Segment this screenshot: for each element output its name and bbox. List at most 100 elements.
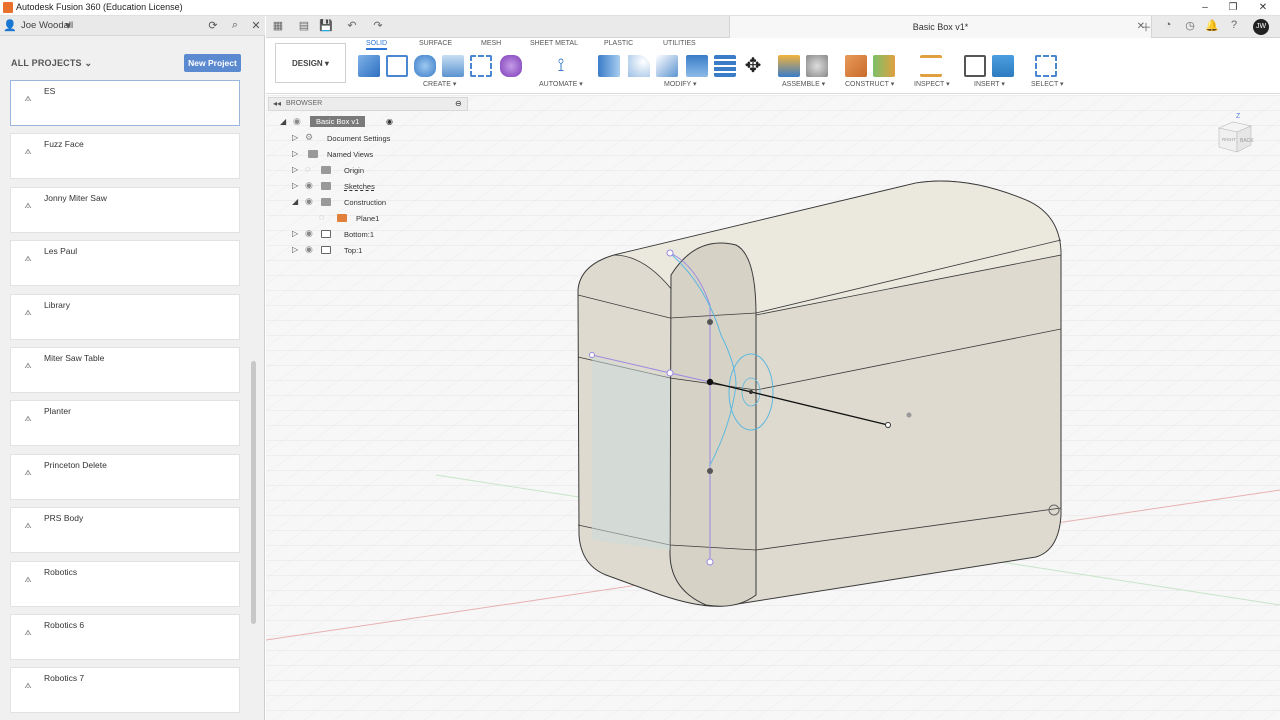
tree-node-top[interactable]: ▷ ◉ Top:1	[292, 244, 412, 258]
visibility-eye-icon[interactable]: ◉	[293, 116, 301, 127]
automate-icon[interactable]: ⟟	[550, 55, 572, 77]
tab-surface[interactable]: SURFACE	[419, 40, 452, 47]
sketch-endpoint[interactable]	[885, 422, 891, 428]
undo-icon[interactable]: ↶	[344, 19, 360, 32]
all-projects-dropdown[interactable]: ALL PROJECTS ⌄	[11, 58, 92, 69]
document-tab[interactable]: Basic Box v1* ✕	[729, 16, 1152, 38]
visibility-eye-icon[interactable]: ◉	[305, 228, 313, 239]
construct-menu[interactable]: CONSTRUCT ▾	[845, 80, 894, 88]
save-icon[interactable]: 💾	[318, 19, 334, 32]
insert-canvas-icon[interactable]	[992, 55, 1014, 77]
form-icon[interactable]	[500, 55, 522, 77]
browser-options-icon[interactable]: ⊖	[455, 99, 462, 108]
joint-icon[interactable]	[806, 55, 828, 77]
sweep-icon[interactable]	[470, 55, 492, 77]
minimize-button[interactable]: –	[1198, 1, 1212, 15]
visibility-eye-icon[interactable]: ◉	[305, 244, 313, 255]
expand-arrow-icon[interactable]: ▷	[292, 133, 298, 142]
tab-sheet-metal[interactable]: SHEET METAL	[530, 40, 578, 47]
project-list-scrollbar[interactable]	[251, 361, 256, 624]
project-item[interactable]: ⟑ Robotics 6	[10, 613, 240, 660]
chamfer-icon[interactable]	[656, 55, 678, 77]
expand-arrow-icon[interactable]: ▷	[292, 245, 298, 254]
automate-menu[interactable]: AUTOMATE ▾	[539, 80, 583, 88]
create-menu[interactable]: CREATE ▾	[423, 80, 456, 88]
project-item[interactable]: ⟑ Library	[10, 293, 240, 340]
search-icon[interactable]: ⌕	[228, 19, 242, 32]
job-status-icon[interactable]: ◷	[1182, 19, 1198, 35]
inspect-menu[interactable]: INSPECT ▾	[914, 80, 950, 88]
sketch-point[interactable]	[707, 319, 713, 325]
workspace-switcher[interactable]: DESIGN ▾	[275, 43, 346, 83]
tab-plastic[interactable]: PLASTIC	[604, 40, 633, 47]
collapse-arrow-icon[interactable]: ◢	[292, 197, 298, 206]
maximize-button[interactable]: ❐	[1226, 1, 1240, 15]
extensions-icon[interactable]: ◔	[1160, 19, 1176, 35]
visibility-eye-icon[interactable]: ◉	[305, 196, 313, 207]
sketch-center-point[interactable]	[749, 390, 753, 394]
notifications-icon[interactable]: 🔔	[1204, 19, 1220, 35]
offset-plane-icon[interactable]	[845, 55, 867, 77]
project-item[interactable]: ⟑ Les Paul	[10, 240, 240, 287]
grid-menu-icon[interactable]: ▦	[270, 19, 286, 32]
tree-node-sketches[interactable]: ▷ ◉ Sketches	[292, 180, 412, 194]
project-item[interactable]: ⟑ Miter Saw Table	[10, 346, 240, 393]
project-item[interactable]: ⟑ Princeton Delete	[10, 453, 240, 500]
move-icon[interactable]: ✥	[742, 55, 764, 77]
user-dropdown-icon[interactable]: ▾	[61, 19, 75, 32]
midplane-icon[interactable]	[873, 55, 895, 77]
project-item[interactable]: ⟑ PRS Body	[10, 507, 240, 554]
tab-mesh[interactable]: MESH	[481, 40, 501, 47]
new-component-assemble-icon[interactable]	[778, 55, 800, 77]
expand-arrow-icon[interactable]: ▷	[292, 181, 298, 190]
sketch-point[interactable]	[589, 352, 595, 358]
activate-radio-icon[interactable]: ◉	[386, 117, 393, 126]
assemble-menu[interactable]: ASSEMBLE ▾	[782, 80, 825, 88]
collapse-arrow-icon[interactable]: ◢	[280, 117, 286, 126]
tree-node-root[interactable]: ◢ ◉ Basic Box v1 ◉	[280, 116, 400, 130]
visibility-eye-icon[interactable]: ◌	[319, 212, 324, 222]
combine-icon[interactable]	[714, 55, 736, 77]
tree-node-origin[interactable]: ▷ ◌ Origin	[292, 164, 412, 178]
sketch-point[interactable]	[666, 249, 674, 257]
view-cube[interactable]: RIGHT BACK Z X	[1207, 112, 1265, 160]
visibility-eye-icon[interactable]: ◉	[305, 180, 313, 191]
modify-menu[interactable]: MODIFY ▾	[664, 80, 697, 88]
project-item[interactable]: ⟑ ES	[10, 80, 240, 126]
fillet-icon[interactable]	[628, 55, 650, 77]
help-icon[interactable]: ?	[1226, 19, 1242, 35]
canvas-viewport[interactable]	[266, 95, 1280, 720]
select-icon[interactable]	[1035, 55, 1057, 77]
refresh-icon[interactable]: ⟳	[206, 19, 220, 32]
visibility-eye-icon[interactable]: ◌	[305, 164, 310, 174]
project-item[interactable]: ⟑ Robotics 7	[10, 667, 240, 714]
sketch-point[interactable]	[666, 369, 674, 377]
shell-icon[interactable]	[686, 55, 708, 77]
close-window-button[interactable]: ✕	[1256, 1, 1270, 15]
sketch-point[interactable]	[707, 468, 713, 474]
collapse-browser-icon[interactable]: ◂◂	[273, 99, 281, 108]
revolve-icon[interactable]	[442, 55, 464, 77]
sketch-point[interactable]	[706, 378, 714, 386]
select-menu[interactable]: SELECT ▾	[1031, 80, 1064, 88]
tab-utilities[interactable]: UTILITIES	[663, 40, 696, 47]
insert-menu[interactable]: INSERT ▾	[974, 80, 1005, 88]
tab-solid[interactable]: SOLID	[366, 40, 388, 50]
tree-node-document-settings[interactable]: ▷ ⚙ Document Settings	[292, 132, 412, 146]
close-panel-icon[interactable]: ✕	[249, 19, 263, 32]
expand-arrow-icon[interactable]: ▷	[292, 165, 298, 174]
measure-icon[interactable]	[920, 55, 942, 77]
project-item[interactable]: ⟑ Jonny Miter Saw	[10, 186, 240, 233]
tree-node-named-views[interactable]: ▷ Named Views	[292, 148, 412, 162]
sketch-point[interactable]	[706, 558, 714, 566]
browser-panel-header[interactable]: ◂◂ BROWSER ⊖	[268, 97, 468, 111]
press-pull-icon[interactable]	[598, 55, 620, 77]
new-component-icon[interactable]	[358, 55, 380, 77]
avatar[interactable]: JW	[1253, 19, 1269, 35]
file-icon[interactable]: ▤	[296, 19, 312, 32]
tree-node-construction[interactable]: ◢ ◉ Construction	[292, 196, 412, 210]
tree-node-plane1[interactable]: ◌ Plane1	[306, 212, 426, 226]
project-item[interactable]: ⟑ Planter	[10, 400, 240, 447]
tree-node-bottom[interactable]: ▷ ◉ Bottom:1	[292, 228, 412, 242]
expand-arrow-icon[interactable]: ▷	[292, 229, 298, 238]
